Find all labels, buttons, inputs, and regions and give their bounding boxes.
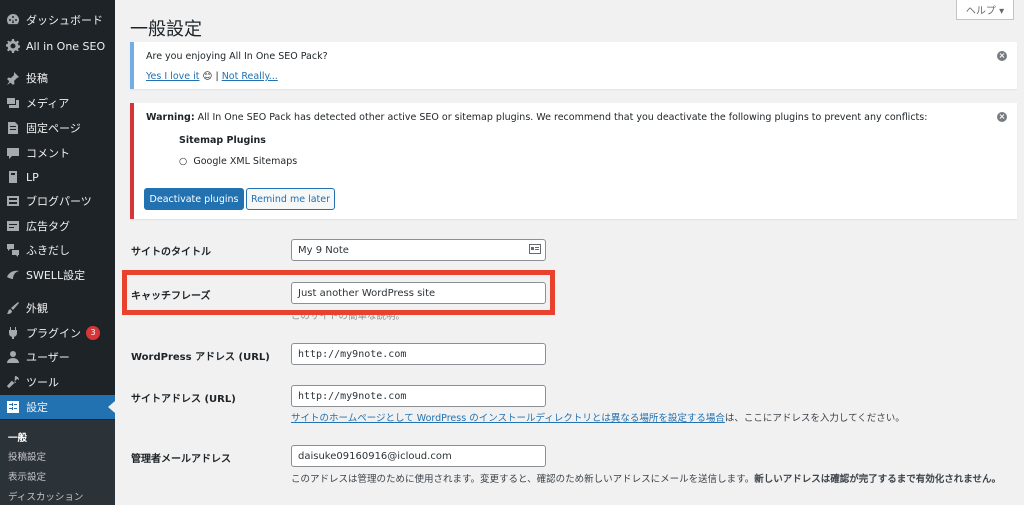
menu-tools[interactable]: ツール	[0, 370, 115, 394]
menu-blog-parts[interactable]: ブログパーツ	[0, 189, 115, 213]
contact-card-icon[interactable]	[529, 244, 541, 254]
comment-icon	[6, 146, 20, 160]
menu-label: ユーザー	[26, 351, 70, 364]
menu-label: ブログパーツ	[26, 195, 92, 208]
help-tab[interactable]: ヘルプ ▾	[956, 0, 1014, 20]
menu-label: 広告タグ	[26, 220, 70, 233]
yes-love-it-link[interactable]: Yes I love it	[146, 71, 199, 82]
submenu-discussion[interactable]: ディスカッション	[8, 489, 83, 503]
menu-ad-tag[interactable]: 広告タグ	[0, 214, 115, 238]
plugin-update-badge: 3	[86, 326, 100, 340]
conflict-warning-notice: Warning: All In One SEO Pack has detecte…	[130, 103, 1017, 219]
menu-pages[interactable]: 固定ページ	[0, 116, 115, 140]
conflicting-plugin-item: ○ Google XML Sitemaps	[179, 156, 298, 167]
wordpress-url-label: WordPress アドレス (URL)	[131, 352, 270, 363]
wordpress-url-input[interactable]: http://my9note.com	[291, 343, 546, 365]
not-really-link[interactable]: Not Really...	[222, 71, 278, 82]
menu-label: コメント	[26, 147, 70, 160]
submenu-general[interactable]: 一般	[8, 430, 27, 444]
menu-label: 外観	[26, 302, 48, 315]
dismiss-icon[interactable]: ×	[997, 112, 1007, 122]
ad-tag-icon	[6, 219, 20, 233]
site-url-description-text: は、ここにアドレスを入力してください。	[724, 413, 905, 424]
gear-icon	[6, 39, 20, 53]
settings-submenu: 一般 投稿設定 表示設定 ディスカッション	[0, 420, 115, 505]
menu-posts[interactable]: 投稿	[0, 66, 115, 90]
review-question: Are you enjoying All In One SEO Pack?	[146, 51, 328, 62]
warning-prefix: Warning:	[146, 112, 195, 123]
dismiss-icon[interactable]: ×	[997, 51, 1007, 61]
admin-email-description: このアドレスは管理のために使用されます。変更すると、確認のため新しいアドレスにメ…	[291, 472, 1014, 487]
submenu-writing[interactable]: 投稿設定	[8, 449, 46, 463]
menu-media[interactable]: メディア	[0, 91, 115, 115]
plugin-icon	[6, 326, 20, 340]
menu-settings[interactable]: 設定	[0, 395, 115, 419]
conflicting-plugin-name: Google XML Sitemaps	[193, 156, 298, 167]
blog-parts-icon	[6, 194, 20, 208]
admin-email-input[interactable]: daisuke09160916@icloud.com	[291, 445, 546, 467]
site-title-input[interactable]: My 9 Note	[291, 239, 546, 261]
site-title-label: サイトのタイトル	[131, 247, 211, 258]
user-icon	[6, 350, 20, 364]
wrench-icon	[6, 375, 20, 389]
page-icon	[6, 121, 20, 135]
admin-email-description-text: このアドレスは管理のために使用されます。変更すると、確認のため新しいアドレスにメ…	[291, 474, 755, 485]
menu-comments[interactable]: コメント	[0, 141, 115, 165]
menu-label: LP	[26, 170, 39, 184]
menu-label: SWELL設定	[26, 269, 86, 282]
menu-lp[interactable]: LP	[0, 165, 115, 189]
menu-users[interactable]: ユーザー	[0, 345, 115, 369]
menu-label: プラグイン	[26, 327, 81, 340]
pin-icon	[6, 71, 20, 85]
link-separator: |	[215, 71, 219, 82]
menu-label: ふきだし	[26, 244, 70, 257]
settings-icon	[6, 400, 20, 414]
speech-bubble-icon	[6, 243, 20, 257]
menu-label: メディア	[26, 97, 70, 110]
site-url-input[interactable]: http://my9note.com	[291, 385, 546, 407]
swell-icon	[6, 268, 20, 282]
submenu-reading[interactable]: 表示設定	[8, 469, 46, 483]
site-url-label: サイトアドレス (URL)	[131, 394, 236, 405]
menu-label: 設定	[26, 401, 48, 414]
admin-sidebar: ダッシュボード All in One SEO 投稿 メディア 固定ページ コメン…	[0, 0, 115, 505]
menu-plugins[interactable]: プラグイン 3	[0, 321, 115, 345]
warning-message: Warning: All In One SEO Pack has detecte…	[146, 112, 927, 123]
menu-label: All in One SEO	[26, 39, 106, 53]
site-url-help-link[interactable]: サイトのホームページとして WordPress のインストールディレクトリとは異…	[291, 413, 725, 424]
site-url-description: サイトのホームページとして WordPress のインストールディレクトリとは異…	[291, 410, 905, 424]
admin-email-label: 管理者メールアドレス	[131, 454, 231, 465]
menu-label: ツール	[26, 376, 59, 389]
menu-label: 固定ページ	[26, 122, 81, 135]
media-icon	[6, 96, 20, 110]
deactivate-plugins-button[interactable]: Deactivate plugins	[144, 188, 244, 210]
menu-speech-bubble[interactable]: ふきだし	[0, 238, 115, 262]
highlight-annotation	[122, 270, 555, 315]
smile-emoji: 😊	[202, 71, 213, 82]
menu-swell-settings[interactable]: SWELL設定	[0, 263, 115, 287]
remind-me-later-button[interactable]: Remind me later	[246, 188, 335, 210]
menu-label: 投稿	[26, 72, 48, 85]
menu-all-in-one-seo[interactable]: All in One SEO	[0, 34, 115, 58]
menu-appearance[interactable]: 外観	[0, 296, 115, 320]
review-links: Yes I love it 😊 | Not Really...	[146, 71, 278, 82]
dashboard-icon	[6, 13, 20, 27]
menu-label: ダッシュボード	[26, 14, 103, 27]
review-notice: Are you enjoying All In One SEO Pack? Ye…	[130, 42, 1017, 89]
brush-icon	[6, 301, 20, 315]
warning-text: All In One SEO Pack has detected other a…	[197, 112, 928, 123]
menu-dashboard[interactable]: ダッシュボード	[0, 8, 115, 32]
admin-email-description-bold: 新しいアドレスは確認が完了するまで有効化されません。	[754, 474, 1001, 485]
page-title: 一般設定	[130, 19, 202, 40]
lp-icon	[6, 170, 20, 184]
sitemap-plugins-heading: Sitemap Plugins	[179, 135, 266, 146]
